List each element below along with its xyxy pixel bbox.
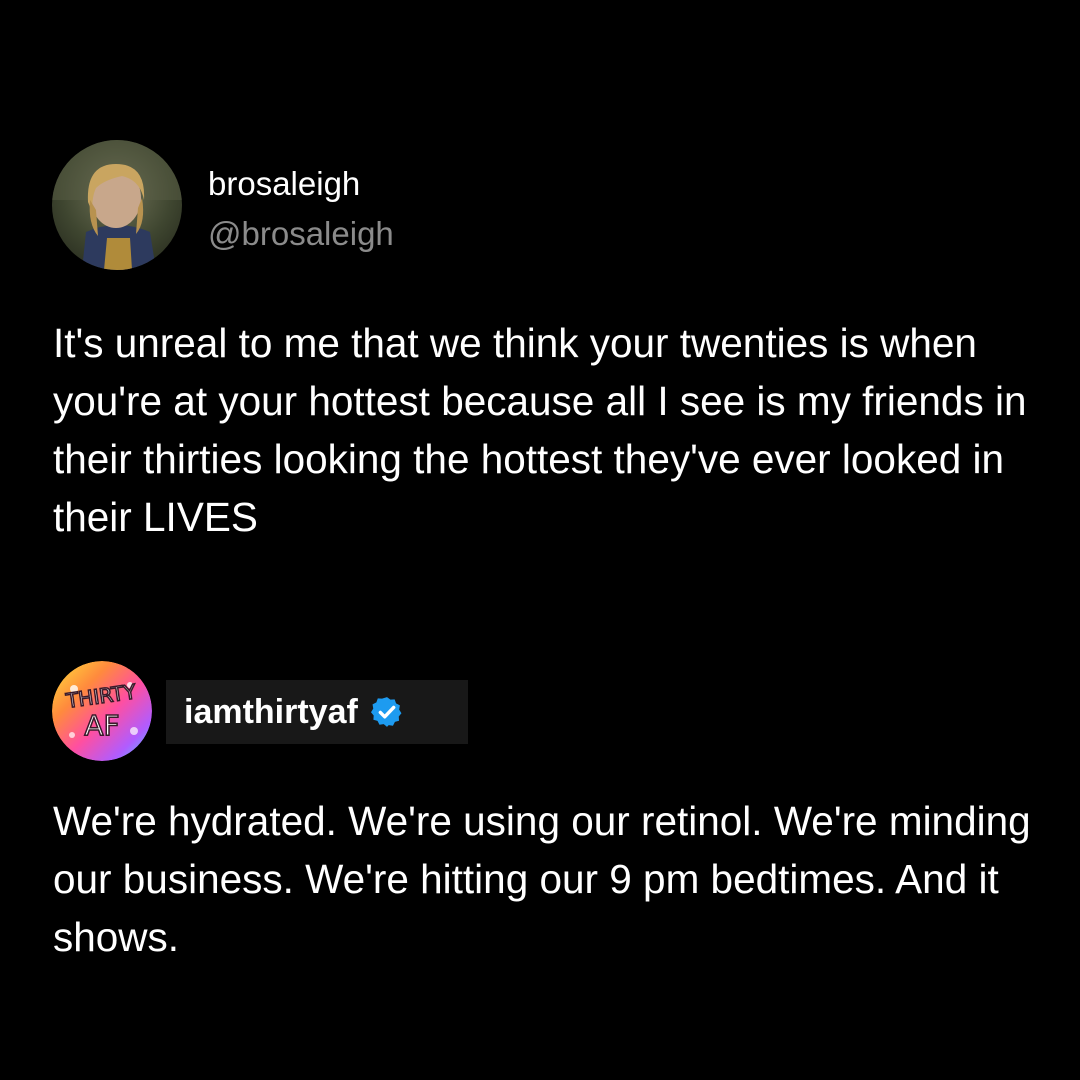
verified-badge-icon bbox=[370, 697, 402, 727]
account-name[interactable]: iamthirtyaf bbox=[184, 693, 358, 732]
logo-text-af: AF bbox=[84, 709, 119, 742]
profile-photo-icon bbox=[52, 140, 182, 270]
reply-text: We're hydrated. We're using our retinol.… bbox=[53, 798, 1031, 960]
author-handle[interactable]: @brosaleigh bbox=[208, 214, 394, 254]
author-avatar[interactable] bbox=[52, 140, 182, 270]
account-logo[interactable]: THIRTY AF bbox=[52, 661, 152, 761]
post-text: It's unreal to me that we think your twe… bbox=[53, 320, 1027, 540]
account-name-bar[interactable]: iamthirtyaf bbox=[166, 680, 468, 744]
thirty-af-logo-icon: THIRTY AF bbox=[52, 661, 152, 761]
author-name[interactable]: brosaleigh bbox=[208, 164, 360, 204]
